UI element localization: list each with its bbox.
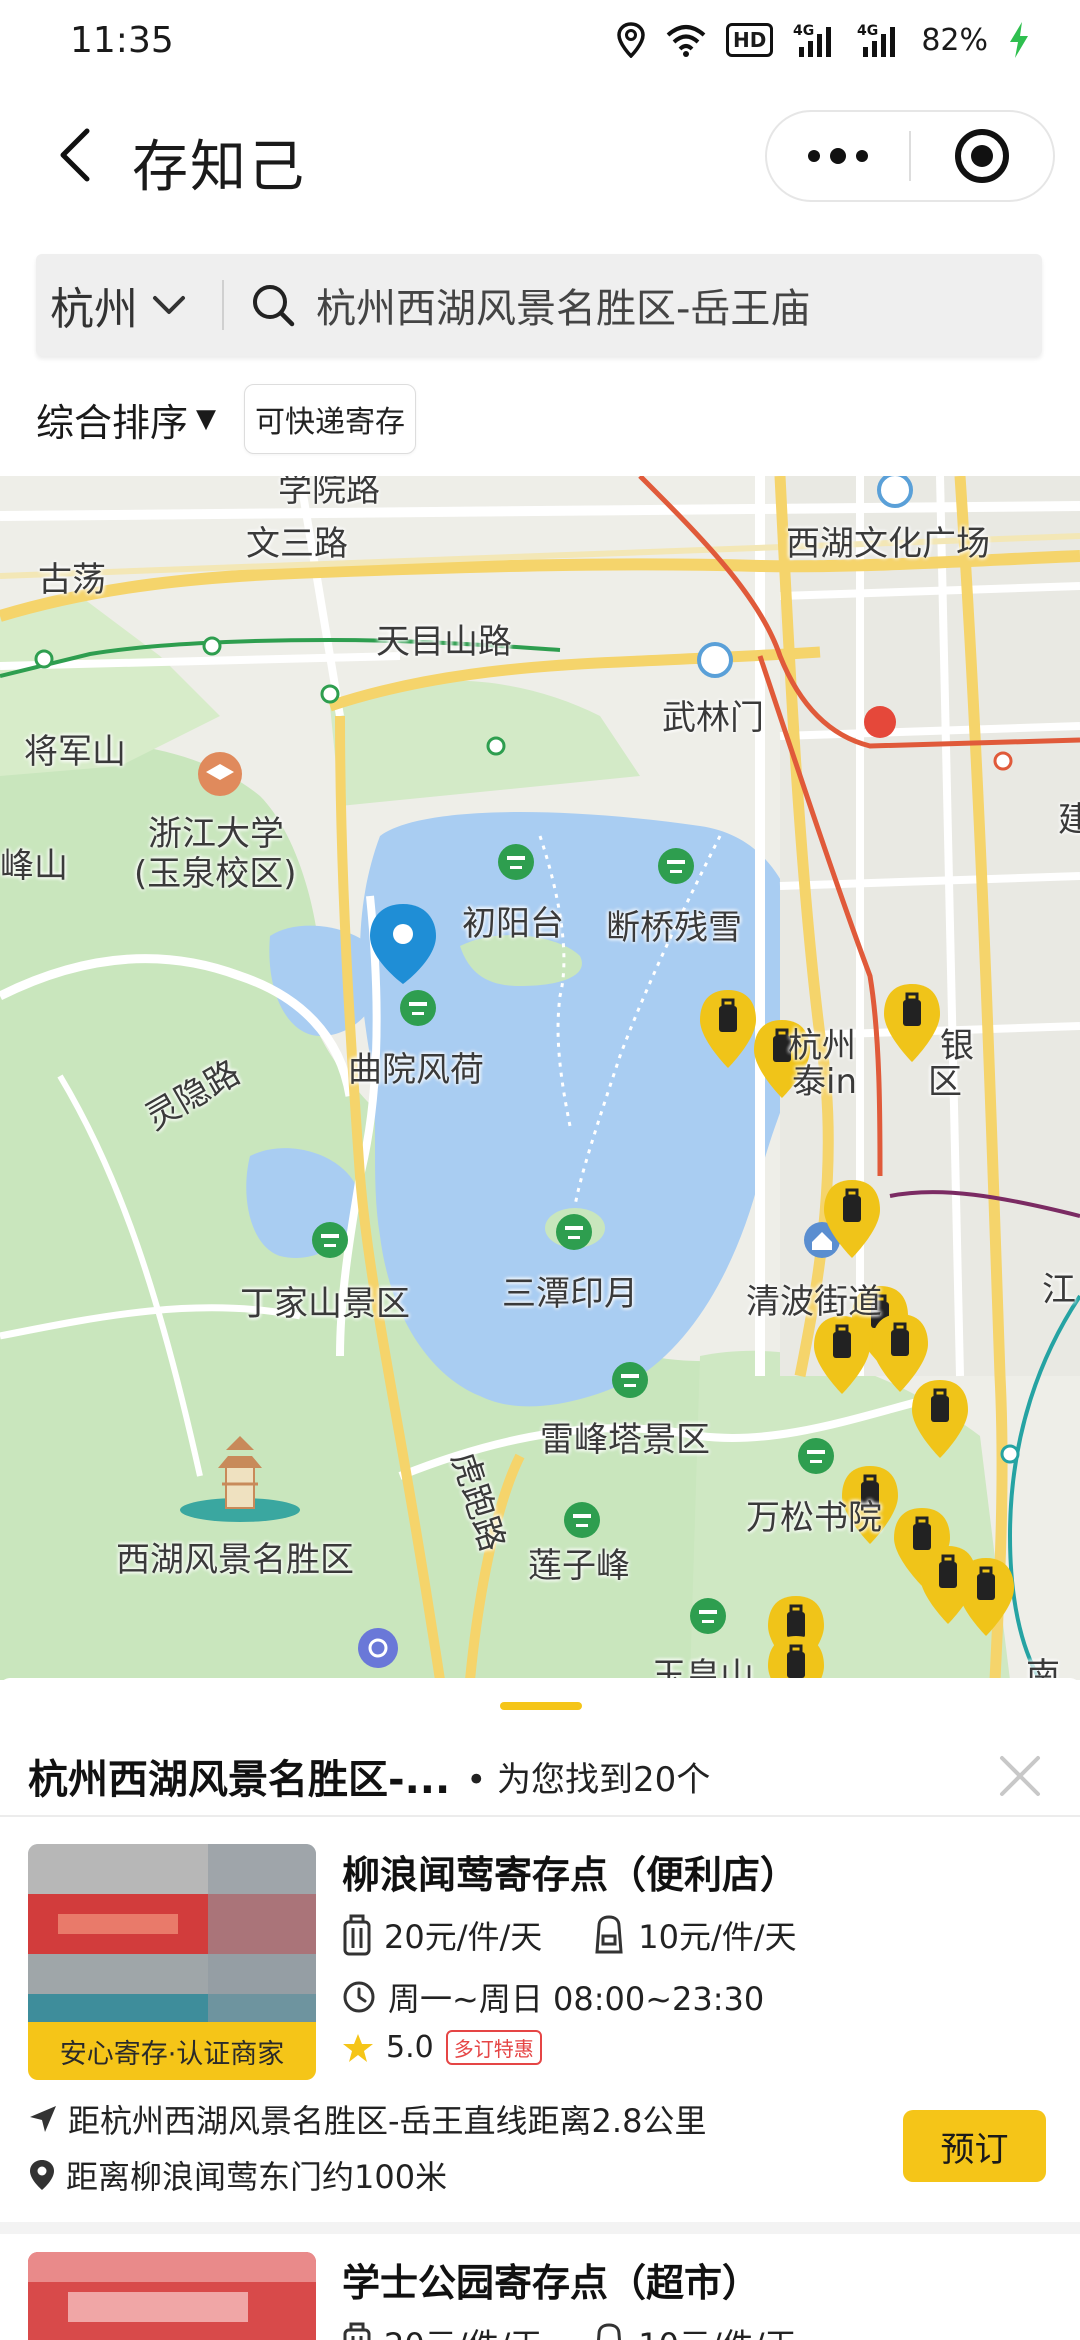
sort-label: 综合排序 <box>36 400 189 445</box>
store-photo <box>28 1844 316 2028</box>
wifi-icon <box>666 20 706 60</box>
map-label: 曲院风荷 <box>348 1050 484 1090</box>
map-label: 建 <box>1058 800 1080 840</box>
book-button[interactable]: 预订 <box>903 2110 1046 2182</box>
promo-tag: 多订特惠 <box>445 2030 542 2065</box>
backpack-icon <box>597 2323 622 2340</box>
map-label: 区 <box>928 1062 962 1102</box>
sheet-divider <box>0 1815 1080 1817</box>
page-title: 存知己 <box>132 135 306 200</box>
rating-value: 5.0 <box>386 2030 434 2065</box>
opening-hours: 周一~周日 08:00~23:30 <box>388 1980 765 2018</box>
map-label: 天目山路 <box>376 622 512 662</box>
search-icon <box>253 285 295 327</box>
map-label: (玉泉校区) <box>134 854 297 894</box>
map-pin-icon <box>30 2160 54 2190</box>
straight-distance: 距杭州西湖风景名胜区-岳王直线距离2.8公里 <box>68 2102 707 2140</box>
map-label: 武林门 <box>662 698 764 738</box>
sort-dropdown[interactable]: 综合排序 ▼ <box>36 392 216 447</box>
backpack-icon <box>595 1915 623 1954</box>
distance-gate-row: 距离柳浪闻莺东门约100米 <box>28 2152 447 2198</box>
distance-straight-row: 距杭州西湖风景名胜区-岳王直线距离2.8公里 <box>28 2096 706 2142</box>
search-separator <box>222 280 224 330</box>
search-bar: 杭州 杭州西湖风景名胜区-岳王庙 <box>36 254 1042 356</box>
target-icon <box>955 129 1009 183</box>
mini-program-capsule <box>765 110 1055 202</box>
map-label: 西湖文化广场 <box>786 524 990 564</box>
map-canvas <box>0 476 1080 1680</box>
small-item-price: 10元/件/天 <box>638 1918 797 1956</box>
map-label: 断桥残雪 <box>606 908 742 948</box>
map-label: 文三路 <box>246 524 348 564</box>
suitcase-icon <box>343 2322 371 2340</box>
close-button[interactable] <box>992 1748 1048 1804</box>
charging-icon <box>1008 20 1030 60</box>
map-label: 雷峰塔景区 <box>540 1420 710 1460</box>
map-label: 清波街道 <box>746 1282 882 1322</box>
map-label: 江 <box>1042 1270 1076 1310</box>
store-name: 柳浪闻莺寄存点（便利店） <box>342 1853 799 1897</box>
map-label: 泰in <box>792 1062 857 1102</box>
signal-4g-icon: 4G <box>793 20 837 60</box>
chevron-down-icon <box>153 296 185 314</box>
map-label: 学院路 <box>278 476 380 510</box>
express-storage-chip[interactable]: 可快递寄存 <box>244 384 417 454</box>
map-label: 峰山 <box>0 846 68 886</box>
location-icon <box>616 20 646 60</box>
navigation-icon <box>30 2106 56 2132</box>
clock-icon <box>343 1981 375 2013</box>
status-time: 11:35 <box>70 19 174 61</box>
price-row: 20元/件/天 10元/件/天 <box>342 2320 847 2340</box>
city-picker[interactable]: 杭州 <box>36 273 222 337</box>
map-label: 万松书院 <box>746 1498 882 1538</box>
battery-level: 82% <box>921 22 988 58</box>
filter-row: 综合排序 ▼ 可快递寄存 <box>36 384 417 454</box>
store-photo <box>28 2252 316 2340</box>
suitcase-icon <box>343 1914 371 1956</box>
back-button[interactable] <box>40 120 110 190</box>
status-icons: HD 4G 4G 82% <box>616 20 1030 60</box>
search-input[interactable]: 杭州西湖风景名胜区-岳王庙 <box>316 276 810 334</box>
status-bar: 11:35 HD 4G 4G 82% <box>0 0 1080 80</box>
back-arrow-icon <box>60 128 90 182</box>
hd-icon: HD <box>725 23 774 57</box>
price-row: 20元/件/天 10元/件/天 <box>342 1912 847 1958</box>
hours-row: 周一~周日 08:00~23:30 <box>342 1974 764 2020</box>
sheet-header: 杭州西湖风景名胜区-... • 为您找到20个 <box>28 1736 1058 1816</box>
sort-arrow-icon: ▼ <box>196 404 217 434</box>
svg-text:4G: 4G <box>793 23 814 39</box>
more-button[interactable] <box>767 148 909 164</box>
sheet-drag-handle[interactable] <box>500 1702 582 1710</box>
map-label: 将军山 <box>24 732 126 772</box>
map-label: 三潭印月 <box>502 1274 638 1314</box>
map-label: 玉皇山 <box>652 1656 754 1680</box>
map-label: 西湖风景名胜区 <box>116 1540 354 1580</box>
certified-badge: 安心寄存·认证商家 <box>28 2022 316 2080</box>
close-icon <box>1000 1756 1040 1796</box>
large-item-price: 20元/件/天 <box>384 1918 543 1956</box>
map-label: 莲子峰 <box>528 1546 630 1586</box>
map-view[interactable]: 学院路 文三路 古荡 天目山路 西湖文化广场 武林门 将军山 浙江大学 (玉泉校… <box>0 476 1080 1680</box>
store-name: 学士公园寄存点（超市） <box>342 2261 761 2305</box>
result-count: • 为您找到20个 <box>466 1759 711 1800</box>
signal-4g-icon-2: 4G <box>857 20 901 60</box>
nav-bar: 存知己 <box>0 90 1080 220</box>
gate-distance: 距离柳浪闻莺东门约100米 <box>66 2158 448 2196</box>
sheet-title: 杭州西湖风景名胜区-... <box>28 1757 451 1803</box>
svg-text:4G: 4G <box>857 23 878 39</box>
large-item-price: 20元/件/天 <box>384 2320 542 2340</box>
rating-row: 5.0 多订特惠 <box>342 2030 542 2065</box>
map-label: 初阳台 <box>462 904 564 944</box>
small-item-price: 10元/件/天 <box>638 2320 796 2340</box>
card-separator <box>0 2222 1080 2234</box>
map-label: 丁家山景区 <box>240 1284 410 1324</box>
city-name: 杭州 <box>50 284 138 335</box>
star-icon <box>343 2033 373 2062</box>
map-label: 古荡 <box>38 560 106 600</box>
map-label: 南 <box>1026 1656 1060 1680</box>
close-mini-program-button[interactable] <box>911 127 1053 185</box>
